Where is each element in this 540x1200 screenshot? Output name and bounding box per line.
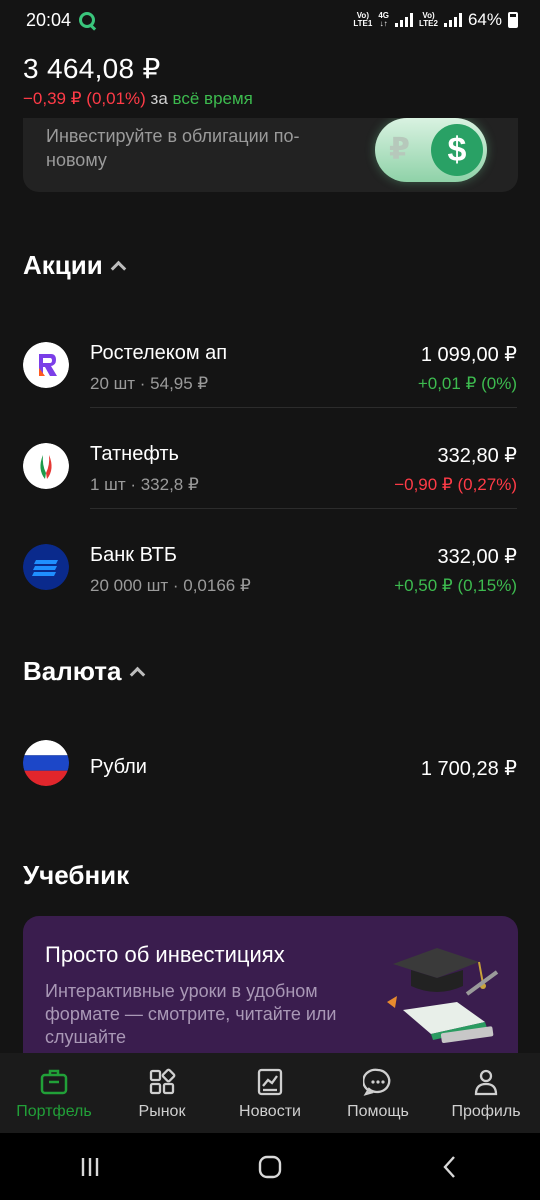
status-bar: 20:04 Vo) LTE1 4G ↓↑ Vo) LTE2 64% [0, 0, 540, 40]
row-divider [90, 508, 517, 509]
bottom-navigation: Портфель Рынок Новости Помощь Профиль [0, 1053, 540, 1133]
stock-name: Ростелеком ап [90, 342, 228, 364]
currency-row-rubles[interactable]: Рубли 1 700,28 ₽ [0, 718, 540, 818]
nav-label: Новости [239, 1103, 301, 1120]
nav-news[interactable]: Новости [216, 1067, 324, 1121]
stock-row-tatneft[interactable]: Татнефть 1 шт · 332,8 ₽ 332,80 ₽ −0,90 ₽… [0, 421, 540, 521]
nav-profile[interactable]: Профиль [432, 1067, 540, 1121]
study-title: Учебник [23, 860, 130, 890]
news-chart-icon [257, 1068, 283, 1096]
rostelecom-logo-icon [23, 342, 69, 388]
stock-quantity: 1 шт · 332,8 ₽ [90, 475, 199, 494]
chevron-up-icon [129, 666, 145, 683]
user-icon [474, 1069, 498, 1096]
recent-apps-icon[interactable] [75, 1152, 105, 1182]
stock-quantity: 20 000 шт · 0,0166 ₽ [90, 576, 251, 595]
home-icon[interactable] [255, 1152, 285, 1182]
stock-row-vtb[interactable]: Банк ВТБ 20 000 шт · 0,0166 ₽ 332,00 ₽ +… [0, 522, 540, 622]
russia-flag-icon [23, 740, 69, 786]
stock-name: Татнефть [90, 443, 179, 465]
stock-change: +0,50 ₽ (0,15%) [394, 576, 517, 595]
period-selector[interactable]: всё время [173, 89, 253, 108]
stock-row-rostelecom[interactable]: Ростелеком ап 20 шт · 54,95 ₽ 1 099,00 ₽… [0, 320, 540, 420]
stock-value: 332,80 ₽ [437, 445, 517, 467]
app-notification-icon [79, 12, 96, 28]
sim2-indicator: Vo) LTE2 [419, 11, 438, 28]
portfolio-change[interactable]: −0,39 ₽ (0,01%) за всё время [23, 89, 517, 109]
nav-label: Помощь [347, 1103, 409, 1120]
study-section-header: Учебник [23, 860, 129, 891]
stock-value: 1 099,00 ₽ [420, 344, 517, 366]
study-card-title: Просто об инвестициях [45, 942, 285, 967]
briefcase-icon [40, 1069, 68, 1095]
nav-label: Портфель [16, 1103, 92, 1120]
period-prefix: за [150, 89, 168, 108]
system-navigation-bar [0, 1133, 540, 1200]
study-card-description: Интерактивные уроки в удобном формате — … [45, 981, 337, 1047]
stock-quantity: 20 шт · 54,95 ₽ [90, 374, 209, 393]
nav-label: Рынок [138, 1103, 186, 1120]
chat-bubble-icon [363, 1068, 391, 1096]
currency-section-header[interactable]: Валюта [23, 656, 145, 687]
ruble-icon: ₽ [389, 133, 410, 166]
portfolio-header: 3 464,08 ₽ −0,39 ₽ (0,01%) за всё время [0, 40, 540, 118]
signal-icon [395, 13, 413, 27]
row-divider [90, 407, 517, 408]
chevron-up-icon [110, 260, 127, 277]
battery-icon [508, 12, 518, 28]
currency-title: Валюта [23, 656, 122, 686]
stocks-title: Акции [23, 250, 103, 280]
stock-change: +0,01 ₽ (0%) [417, 374, 517, 393]
sim1-indicator: Vo) LTE1 [353, 11, 373, 28]
stock-value: 332,00 ₽ [437, 546, 517, 568]
stocks-section-header[interactable]: Акции [23, 250, 127, 281]
stock-name: Банк ВТБ [90, 544, 177, 566]
currency-toggle-illustration: ₽ $ [375, 118, 487, 182]
graduation-cap-illustration [387, 948, 499, 1044]
dollar-icon: $ [431, 124, 483, 176]
currency-name: Рубли [90, 756, 147, 778]
tatneft-logo-icon [23, 443, 69, 489]
vtb-logo-icon [23, 544, 69, 590]
battery-percent: 64% [467, 10, 502, 29]
stock-change: −0,90 ₽ (0,27%) [394, 475, 517, 494]
nav-label: Профиль [451, 1103, 521, 1120]
market-grid-icon [149, 1068, 176, 1095]
nav-market[interactable]: Рынок [108, 1067, 216, 1121]
network-type-icon: 4G ↓↑ [378, 11, 389, 28]
nav-help[interactable]: Помощь [324, 1067, 432, 1121]
signal2-icon [443, 13, 462, 27]
nav-portfolio[interactable]: Портфель [0, 1067, 108, 1121]
back-icon[interactable] [435, 1152, 465, 1182]
portfolio-total: 3 464,08 ₽ [23, 53, 161, 84]
status-time: 20:04 [26, 9, 72, 30]
currency-value: 1 700,28 ₽ [420, 758, 517, 780]
portfolio-change-value: −0,39 ₽ (0,01%) [23, 89, 146, 108]
promo-text: Инвестируйте в облигации по-новому [46, 126, 300, 170]
